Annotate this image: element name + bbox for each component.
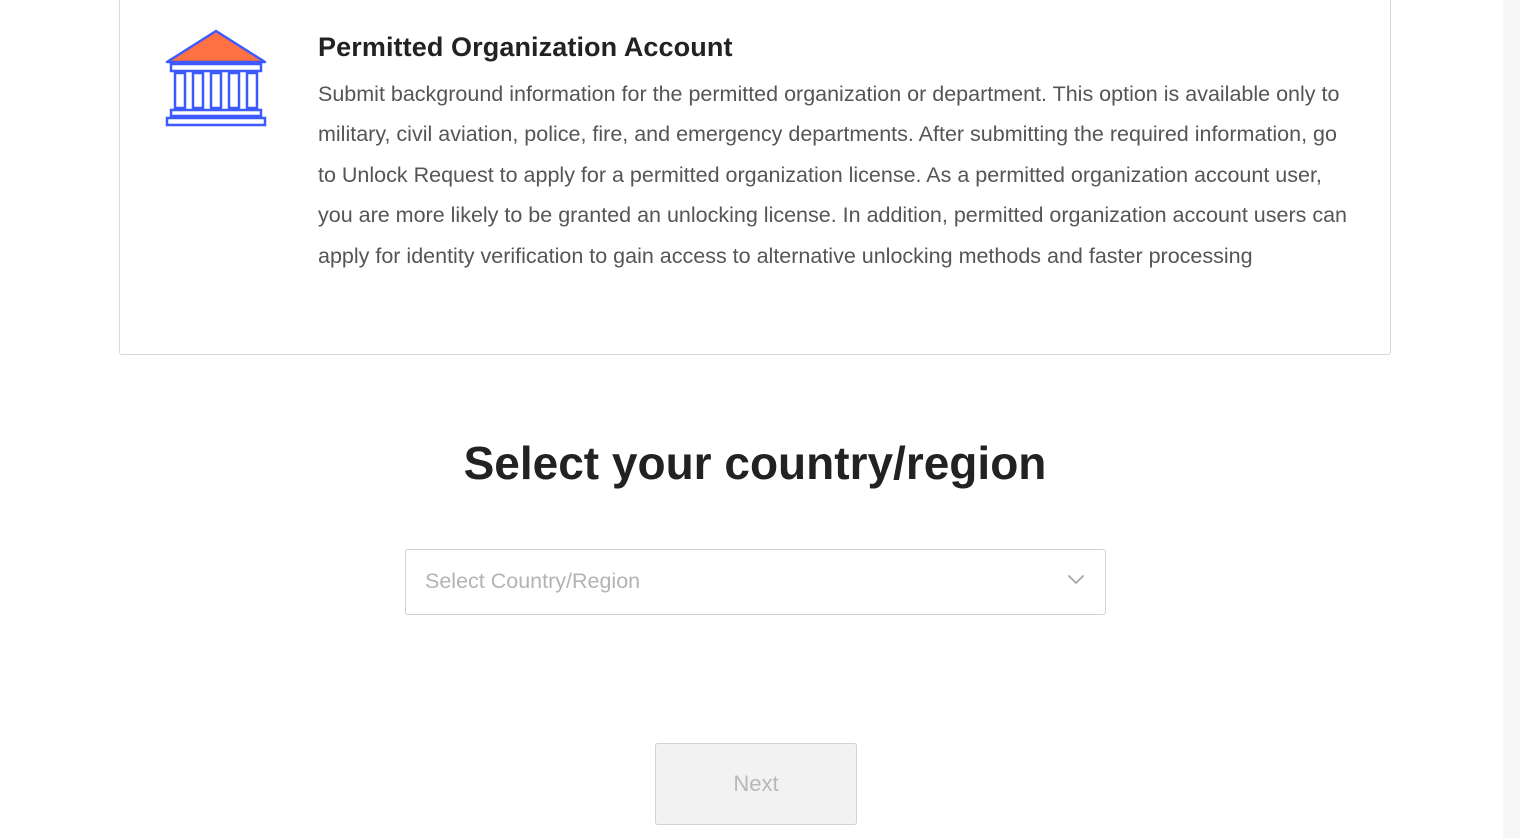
- chevron-down-icon: [1068, 575, 1084, 584]
- card-description: Submit background information for the pe…: [318, 82, 1348, 268]
- government-building-icon: [165, 29, 267, 127]
- next-button[interactable]: Next: [655, 743, 857, 825]
- card-title: Permitted Organization Account: [318, 32, 733, 62]
- country-region-heading: Select your country/region: [463, 437, 1047, 489]
- select-placeholder: Select Country/Region: [425, 569, 641, 593]
- country-region-select[interactable]: Select Country/Region: [405, 549, 1106, 615]
- page: Permitted Organization Account Submit ba…: [0, 0, 1520, 838]
- page-scroll-edge: [1503, 0, 1520, 838]
- permitted-organization-account-card[interactable]: Permitted Organization Account Submit ba…: [119, 0, 1391, 355]
